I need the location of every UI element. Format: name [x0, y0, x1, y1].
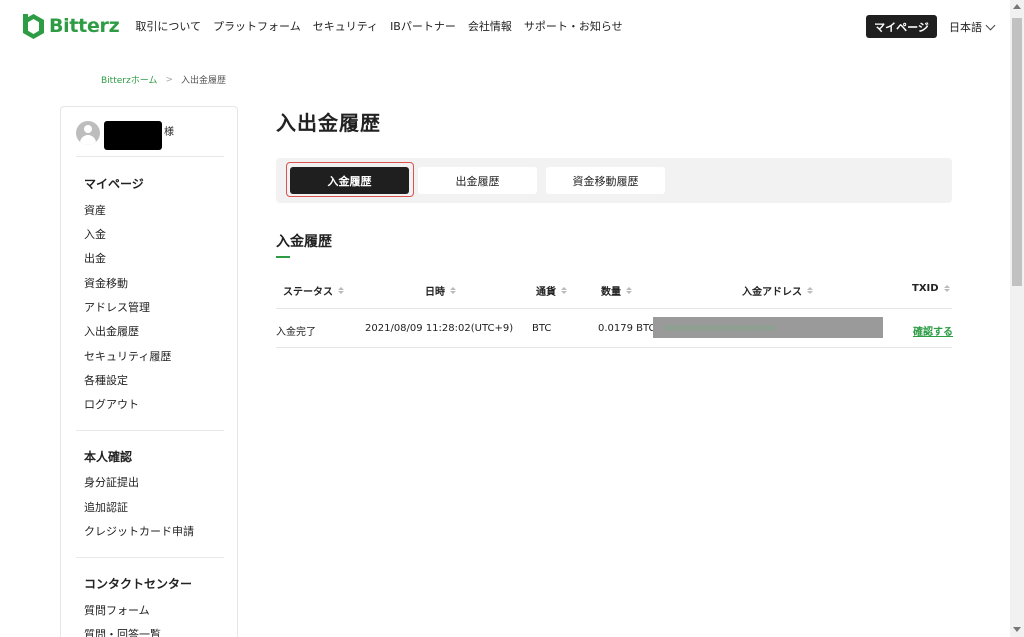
logo-text: Bitterz	[49, 15, 120, 37]
sidebar-item-faq[interactable]: 質問・回答一覧	[84, 626, 161, 637]
tab-withdraw-history[interactable]: 出金履歴	[418, 167, 537, 194]
redacted-user-name	[104, 121, 162, 150]
row-currency: BTC	[532, 323, 552, 334]
sidebar-item-address[interactable]: アドレス管理	[84, 299, 150, 315]
sidebar-item-settings[interactable]: 各種設定	[84, 372, 128, 388]
blurred-address-text: ▬▬▬▬▬▬▬▬▬▬▬▬▬▬	[663, 323, 776, 332]
sort-icon	[626, 287, 632, 294]
sort-icon	[943, 285, 950, 292]
sidebar-heading-identity: 本人確認	[84, 450, 133, 464]
mypage-button[interactable]: マイページ	[866, 15, 937, 38]
column-header-label: 通貨	[536, 287, 556, 298]
user-honorific: 様	[164, 127, 174, 138]
sidebar-item-security-history[interactable]: セキュリティ履歴	[84, 348, 171, 364]
column-header-label: ステータス	[283, 287, 333, 298]
redacted-deposit-address: ▬▬▬▬▬▬▬▬▬▬▬▬▬▬	[653, 317, 883, 338]
column-header-label: 数量	[601, 287, 621, 298]
user-info: 様	[76, 121, 174, 150]
txid-confirm-link[interactable]: 確認する	[913, 323, 953, 338]
active-tab-highlight	[286, 162, 414, 197]
page-scrollbar[interactable]	[1010, 0, 1024, 637]
sidebar-item-withdraw[interactable]: 出金	[84, 250, 106, 266]
table-row-divider	[276, 347, 952, 348]
row-status: 入金完了	[276, 327, 316, 338]
logo-icon	[23, 13, 44, 39]
column-header-txid[interactable]: TXID	[912, 283, 950, 294]
sidebar-item-question-form[interactable]: 質問フォーム	[84, 602, 150, 618]
sidebar-item-credit-card[interactable]: クレジットカード申請	[84, 523, 194, 539]
column-header-currency[interactable]: 通貨	[536, 283, 567, 298]
breadcrumb-separator-icon: >	[165, 74, 173, 85]
nav-ib-partner[interactable]: IBパートナー	[390, 18, 456, 34]
column-header-address[interactable]: 入金アドレス	[742, 283, 813, 298]
section-underline	[276, 256, 290, 258]
row-datetime: 2021/08/09 11:28:02(UTC+9)	[365, 323, 514, 334]
main-nav: 取引について プラットフォーム セキュリティ IBパートナー 会社情報 サポート…	[135, 18, 634, 34]
chevron-down-icon	[985, 20, 996, 30]
scroll-down-icon[interactable]	[1013, 627, 1021, 632]
nav-platform[interactable]: プラットフォーム	[213, 18, 301, 34]
sidebar-divider	[76, 557, 224, 558]
column-header-label: 入金アドレス	[742, 287, 802, 298]
sidebar-heading-mypage: マイページ	[84, 177, 144, 191]
sidebar-item-transfer[interactable]: 資金移動	[84, 275, 128, 291]
sidebar-item-history[interactable]: 入出金履歴	[84, 323, 139, 339]
column-header-label: TXID	[912, 283, 939, 294]
sort-icon	[338, 287, 344, 294]
sidebar-heading-contact: コンタクトセンター	[84, 577, 193, 591]
top-header: Bitterz 取引について プラットフォーム セキュリティ IBパートナー 会…	[0, 0, 1010, 52]
table-header-divider	[276, 308, 952, 309]
breadcrumb: Bitterzホーム > 入出金履歴	[101, 73, 226, 87]
language-label: 日本語	[949, 21, 982, 34]
scroll-up-icon[interactable]	[1013, 4, 1021, 9]
sidebar-item-deposit[interactable]: 入金	[84, 226, 106, 242]
sidebar-item-assets[interactable]: 資産	[84, 202, 106, 218]
sort-icon	[807, 287, 813, 294]
nav-support[interactable]: サポート・お知らせ	[524, 18, 623, 34]
sidebar-item-additional-auth[interactable]: 追加認証	[84, 499, 128, 515]
nav-security[interactable]: セキュリティ	[313, 18, 378, 34]
sidebar-item-id-submit[interactable]: 身分証提出	[84, 474, 139, 490]
sidebar: 様 マイページ 資産 入金 出金 資金移動 アドレス管理 入出金履歴 セキュリテ…	[60, 106, 238, 637]
nav-trading[interactable]: 取引について	[135, 18, 201, 34]
breadcrumb-home[interactable]: Bitterzホーム	[101, 73, 157, 86]
column-header-status[interactable]: ステータス	[283, 283, 344, 298]
nav-company[interactable]: 会社情報	[468, 18, 512, 34]
language-selector[interactable]: 日本語	[949, 19, 996, 35]
sidebar-divider	[76, 430, 224, 431]
tab-transfer-history[interactable]: 資金移動履歴	[546, 167, 665, 194]
page-title: 入出金履歴	[276, 111, 381, 135]
sidebar-divider	[76, 156, 224, 157]
sort-icon	[561, 287, 567, 294]
row-amount: 0.0179 BTC	[598, 323, 656, 334]
column-header-label: 日時	[425, 287, 445, 298]
sidebar-item-logout[interactable]: ログアウト	[84, 396, 139, 412]
column-header-amount[interactable]: 数量	[601, 283, 632, 298]
column-header-datetime[interactable]: 日時	[425, 283, 456, 298]
breadcrumb-current: 入出金履歴	[180, 76, 226, 86]
section-title: 入金履歴	[276, 234, 332, 250]
scroll-thumb[interactable]	[1012, 18, 1022, 286]
logo[interactable]: Bitterz	[22, 13, 120, 40]
sort-icon	[450, 287, 456, 294]
avatar-icon	[76, 121, 100, 145]
